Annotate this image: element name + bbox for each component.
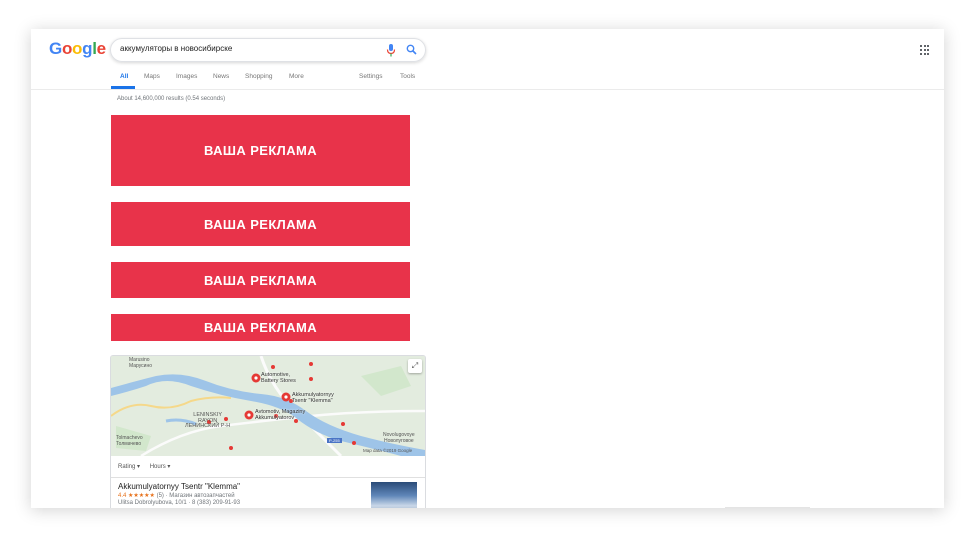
- business-name[interactable]: Akkumulyatornyy Tsentr "Klemma": [118, 482, 240, 491]
- logo-letter: o: [72, 39, 83, 58]
- tab-news[interactable]: News: [213, 73, 229, 80]
- highway-label: P-255: [329, 438, 340, 443]
- expand-map-icon[interactable]: ⤢: [408, 359, 422, 373]
- map-place-label: Novolugovoye Новолуговое: [383, 432, 415, 444]
- business-photo[interactable]: [371, 482, 417, 508]
- map-attribution: Map data ©2019 Google: [363, 448, 413, 453]
- ad-banner[interactable]: ВАША РЕКЛАМА: [111, 262, 410, 298]
- business-category: Магазин автозапчастей: [169, 493, 235, 499]
- search-icon[interactable]: [406, 44, 417, 55]
- business-rating: 4.4: [118, 493, 127, 499]
- map-pin-label[interactable]: Automotive, Battery Stores: [261, 372, 296, 384]
- search-header: Google аккумуляторы в новосибирске All M…: [31, 29, 944, 90]
- review-count: (5): [156, 493, 164, 499]
- map-place-label: Tolmachevo Толмачево: [116, 435, 143, 447]
- ad-banner[interactable]: ВАША РЕКЛАМА: [111, 202, 410, 246]
- apps-grid-icon[interactable]: [920, 45, 930, 55]
- search-box[interactable]: аккумуляторы в новосибирске: [110, 38, 426, 62]
- search-input[interactable]: аккумуляторы в новосибирске: [120, 44, 232, 53]
- google-logo[interactable]: Google: [49, 39, 106, 59]
- active-tab-indicator: [111, 86, 135, 89]
- map-pin-label[interactable]: Avtomotiv, Magaziny Akkumulyatorov: [255, 409, 305, 421]
- logo-letter: e: [96, 39, 106, 58]
- browser-window: Google аккумуляторы в новосибирске All M…: [31, 29, 944, 508]
- hours-filter[interactable]: Hours ▾: [150, 464, 171, 470]
- map-pin-label[interactable]: Akkumulyatornyy Tsentr "Klemma": [292, 392, 334, 404]
- map-graphic: [111, 356, 425, 456]
- tab-images[interactable]: Images: [176, 73, 197, 80]
- rating-filter[interactable]: Rating ▾: [118, 464, 140, 470]
- tools-link[interactable]: Tools: [400, 73, 415, 80]
- faint-footer-line: [725, 507, 810, 508]
- tab-maps[interactable]: Maps: [144, 73, 160, 80]
- microphone-icon[interactable]: [386, 44, 396, 57]
- map-place-label: Marusino Марусино: [129, 357, 153, 369]
- divider: [111, 477, 425, 478]
- business-meta: 4.4 ★★★★★ (5) · Магазин автозапчастей: [118, 493, 235, 499]
- logo-letter: o: [61, 39, 73, 58]
- tab-shopping[interactable]: Shopping: [245, 73, 272, 80]
- ad-banner[interactable]: ВАША РЕКЛАМА: [111, 314, 410, 341]
- map-place-label: LENINSKIY RAYON ЛЕНИНСКИЙ Р-Н: [185, 412, 231, 429]
- business-address: Ulitsa Dobrolyubova, 10/1 · 8 (383) 209-…: [118, 500, 241, 506]
- map[interactable]: Marusino Марусино LENINSKIY RAYON ЛЕНИНС…: [111, 356, 425, 456]
- tab-all[interactable]: All: [120, 73, 128, 80]
- star-rating-icon: ★★★★★: [128, 493, 155, 499]
- local-results-card: Marusino Марусино LENINSKIY RAYON ЛЕНИНС…: [110, 355, 426, 508]
- settings-link[interactable]: Settings: [359, 73, 383, 80]
- logo-letter: G: [49, 39, 62, 58]
- result-stats: About 14,600,000 results (0.54 seconds): [117, 96, 226, 102]
- map-filters: Rating ▾ Hours ▾: [118, 463, 178, 470]
- tab-more[interactable]: More: [289, 73, 304, 80]
- ad-banner[interactable]: ВАША РЕКЛАМА: [111, 115, 410, 186]
- logo-letter: g: [82, 39, 93, 58]
